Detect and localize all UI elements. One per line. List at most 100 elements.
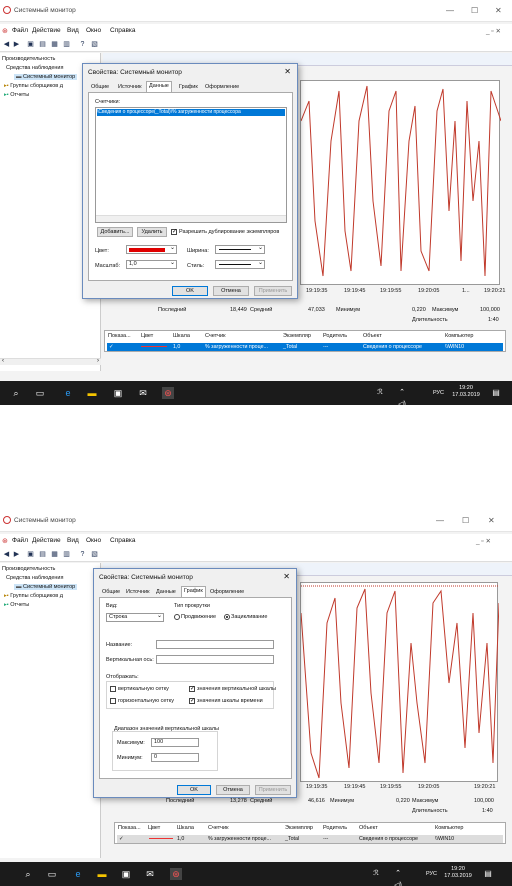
menu-view[interactable]: Вид (67, 537, 79, 544)
tab-source[interactable]: Источник (123, 587, 152, 597)
tree-scrollbar[interactable]: ‹ › (0, 358, 101, 365)
store-icon[interactable]: ▣ (120, 868, 132, 880)
counter-list-item[interactable]: \Сведения о процессоре(_Total)\% загруже… (97, 109, 285, 116)
help-icon[interactable]: ? (78, 40, 87, 49)
remove-counter-button[interactable]: Удалить (137, 227, 167, 237)
legend-header-scale[interactable]: Шкала (173, 333, 190, 339)
legend-header-show[interactable]: Показа... (108, 333, 131, 339)
tab-data[interactable]: Данные (146, 81, 172, 92)
menu-help[interactable]: Справка (110, 537, 136, 544)
legend-header-counter[interactable]: Счетчик (205, 333, 226, 339)
style-select[interactable] (215, 260, 265, 269)
legend-checkbox[interactable]: ✓ (109, 344, 113, 350)
width-select[interactable] (215, 245, 265, 254)
allow-duplicates-checkbox[interactable]: ✓ (171, 229, 177, 235)
forward-icon[interactable]: ▶ (12, 40, 21, 49)
help-icon[interactable]: ? (78, 550, 87, 559)
menu-file[interactable]: Файл (12, 27, 28, 34)
legend-header-computer[interactable]: Компьютер (435, 825, 463, 831)
export-icon[interactable]: ▥ (62, 40, 71, 49)
mdi-controls[interactable]: _ ▫ ✕ (486, 27, 501, 35)
tray-icons[interactable]: ⌃ ◁) (392, 868, 404, 886)
vertical-values-checkbox[interactable]: ✓ (189, 686, 195, 692)
cancel-button[interactable]: Отмена (213, 286, 249, 296)
legend-header-object[interactable]: Объект (363, 333, 382, 339)
language-indicator[interactable]: РУС (433, 390, 444, 396)
minimize-icon[interactable]: — (436, 516, 444, 525)
legend-header-counter[interactable]: Счетчик (208, 825, 229, 831)
legend-header-computer[interactable]: Компьютер (445, 333, 473, 339)
legend-checkbox[interactable]: ✓ (119, 836, 123, 842)
edge-icon[interactable]: e (62, 387, 74, 399)
maximize-icon[interactable]: ☐ (471, 6, 478, 15)
app-menu-icon[interactable]: ⊛ (2, 27, 8, 35)
scroll-advance-radio[interactable] (174, 614, 180, 620)
close-icon[interactable]: ✕ (488, 516, 495, 525)
menu-file[interactable]: Файл (12, 537, 28, 544)
tree-item-performance[interactable]: Производительность (2, 566, 55, 572)
tree-item-reports[interactable]: ▸▪ Отчеты (4, 602, 29, 608)
apply-button[interactable]: Применить (254, 286, 292, 296)
legend-header-instance[interactable]: Экземпляр (283, 333, 311, 339)
legend-header-object[interactable]: Объект (359, 825, 378, 831)
vertical-axis-input[interactable] (156, 655, 274, 664)
menu-action[interactable]: Действие (32, 27, 61, 34)
max-input[interactable]: 100 (151, 738, 199, 747)
tree-item-sysmon[interactable]: ▬ Системный монитор (14, 584, 78, 590)
counters-scrollbar[interactable] (96, 215, 286, 222)
tree-item-collectors[interactable]: ▸▪ Группы сборщиков д (4, 593, 63, 599)
tab-graph[interactable]: График (176, 82, 201, 92)
task-view-icon[interactable]: ▭ (34, 387, 46, 399)
tab-general[interactable]: Общие (88, 82, 112, 92)
mail-icon[interactable]: ✉ (137, 387, 149, 399)
store-icon[interactable]: ▣ (112, 387, 124, 399)
search-icon[interactable]: ⌕ (10, 387, 22, 399)
task-view-icon[interactable]: ▭ (46, 868, 58, 880)
menu-window[interactable]: Окно (86, 27, 101, 34)
scroll-left-icon[interactable]: ‹ (2, 358, 4, 364)
legend-header-show[interactable]: Показа... (118, 825, 141, 831)
properties-icon[interactable]: ▦ (50, 550, 59, 559)
mdi-controls[interactable]: _ ▫ ✕ (476, 537, 491, 545)
legend-header-scale[interactable]: Шкала (177, 825, 194, 831)
tab-appearance[interactable]: Оформление (202, 82, 242, 92)
vertical-grid-checkbox[interactable] (110, 686, 116, 692)
perfmon-taskbar-icon[interactable]: ⊛ (162, 387, 174, 399)
folder-icon[interactable]: ▣ (26, 40, 35, 49)
maximize-icon[interactable]: ☐ (462, 516, 469, 525)
menu-action[interactable]: Действие (32, 537, 61, 544)
dialog-close-icon[interactable]: ✕ (283, 572, 290, 581)
back-icon[interactable]: ◀ (2, 40, 11, 49)
clock[interactable]: 19:20 17.03.2019 (452, 385, 480, 399)
people-icon[interactable]: ℛ (374, 387, 386, 399)
horizontal-grid-checkbox[interactable] (110, 698, 116, 704)
legend-header-parent[interactable]: Родитель (323, 825, 347, 831)
counters-list[interactable]: \Сведения о процессоре(_Total)\% загруже… (95, 107, 287, 223)
console-tree-icon[interactable]: ▤ (38, 550, 47, 559)
tree-item-reports[interactable]: ▸▪ Отчеты (4, 92, 29, 98)
back-icon[interactable]: ◀ (2, 550, 11, 559)
tree-item-monitoring[interactable]: Средства наблюдения (6, 575, 63, 581)
tree-item-sysmon[interactable]: ▬ Системный монитор (14, 74, 78, 80)
scroll-right-icon[interactable]: › (97, 358, 99, 364)
scale-select[interactable]: 1,0 (126, 260, 177, 269)
mail-icon[interactable]: ✉ (144, 868, 156, 880)
legend-row[interactable]: ✓ 1,0 % загруженности проце... _Total --… (107, 343, 503, 351)
tab-appearance[interactable]: Оформление (207, 587, 247, 597)
menu-help[interactable]: Справка (110, 27, 136, 34)
export-icon[interactable]: ▥ (62, 550, 71, 559)
minimize-icon[interactable]: — (446, 6, 454, 15)
console-tree-icon[interactable]: ▤ (38, 40, 47, 49)
menu-window[interactable]: Окно (86, 537, 101, 544)
people-icon[interactable]: ℛ (370, 868, 382, 880)
dialog-close-icon[interactable]: ✕ (284, 67, 291, 76)
edge-icon[interactable]: e (72, 868, 84, 880)
tab-source[interactable]: Источник (115, 82, 144, 92)
time-values-checkbox[interactable]: ✓ (189, 698, 195, 704)
app-menu-icon[interactable]: ⊛ (2, 537, 8, 545)
language-indicator[interactable]: РУС (426, 871, 437, 877)
legend-row[interactable]: ✓ 1,0 % загруженности проце... _Total --… (117, 835, 503, 843)
cancel-button[interactable]: Отмена (216, 785, 250, 795)
add-counter-button[interactable]: Добавить... (97, 227, 133, 237)
panel-icon[interactable]: ▧ (90, 550, 99, 559)
